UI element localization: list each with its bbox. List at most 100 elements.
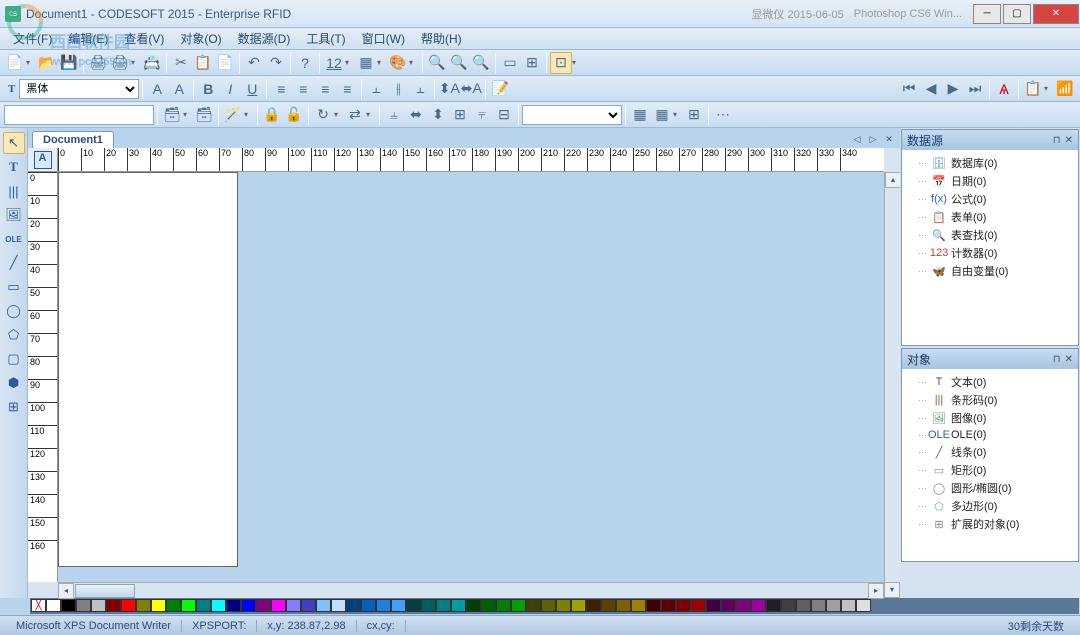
menu-view[interactable]: 查看(V) [116,28,172,49]
object-item-5[interactable]: ⋯▭矩形(0) [906,461,1074,479]
menu-edit[interactable]: 编辑(E) [60,28,116,49]
more-button[interactable]: ⋯ [712,104,734,126]
roundrect-tool[interactable]: ▢ [3,348,25,370]
form-button[interactable]: 📋 [1022,78,1044,100]
rfid-button[interactable]: 📶 [1054,78,1076,100]
nav-next-button[interactable]: ▶ [942,78,964,100]
palette-button[interactable]: 🎨 [387,52,409,74]
color-swatch[interactable] [631,599,646,612]
menu-datasource[interactable]: 数据源(D) [230,28,299,49]
vertical-scrollbar[interactable]: ▴ [884,172,900,582]
color-swatch[interactable] [571,599,586,612]
flip-button[interactable]: ⇄ [344,104,366,126]
color-swatch[interactable] [151,599,166,612]
ole-tool[interactable]: OLE [3,228,25,250]
object-item-4[interactable]: ⋯╱线条(0) [906,443,1074,461]
italic-button[interactable]: I [219,78,241,100]
font-shrink-button[interactable]: A [168,78,190,100]
close-button[interactable]: ✕ [1033,4,1079,24]
color-swatch[interactable] [841,599,856,612]
color-swatch[interactable] [91,599,106,612]
datasource-item-1[interactable]: ⋯📅日期(0) [906,172,1074,190]
color-swatch[interactable] [226,599,241,612]
open-button[interactable]: 📂 [36,52,58,74]
zoom-fit-button[interactable]: 🔍 [470,52,492,74]
objects-header[interactable]: 对象 ⊓✕ [902,349,1078,369]
align-tool-1[interactable]: ⫨ [383,104,405,126]
color-swatch[interactable] [391,599,406,612]
spacing-button[interactable]: ⊞ [683,104,705,126]
color-swatch[interactable] [751,599,766,612]
color-swatch[interactable] [46,599,61,612]
paste-button[interactable]: 📄 [214,52,236,74]
layout2-button[interactable]: ⊞ [521,52,543,74]
tab-prev-icon[interactable]: ◁ [850,134,864,148]
color-swatch[interactable] [376,599,391,612]
align-center-button[interactable]: ≡ [292,78,314,100]
color-swatch[interactable] [106,599,121,612]
color-swatch[interactable] [826,599,841,612]
panel-close-icon[interactable]: ✕ [1065,135,1073,146]
maximize-button[interactable]: ▢ [1003,4,1031,24]
ruler-corner[interactable]: A [28,148,58,172]
undo-button[interactable]: ↶ [243,52,265,74]
print-button[interactable]: 🖨 [87,52,109,74]
menu-tool[interactable]: 工具(T) [298,28,353,49]
color-swatch[interactable] [796,599,811,612]
lock-button[interactable]: 🔒 [261,104,283,126]
find-button[interactable]: Ѧ [993,78,1015,100]
color-swatch[interactable] [856,599,871,612]
scroll-thumb[interactable] [75,584,135,598]
color-swatch[interactable] [721,599,736,612]
db2-button[interactable]: 🗃 [193,104,215,126]
fit-text2-button[interactable]: ⬌A [460,78,482,100]
color-swatch[interactable] [706,599,721,612]
datasource-tree[interactable]: ⋯🗄数据库(0)⋯📅日期(0)⋯f(x)公式(0)⋯📋表单(0)⋯🔍表查找(0)… [902,150,1078,345]
color-swatch[interactable] [811,599,826,612]
grid-button[interactable]: ▦ [355,52,377,74]
grid-opt-button[interactable]: ▦ [629,104,651,126]
align-tool-6[interactable]: ⊟ [493,104,515,126]
underline-button[interactable]: U [241,78,263,100]
color-swatch[interactable] [616,599,631,612]
zoom-in-button[interactable]: 🔍 [426,52,448,74]
image-tool[interactable]: 🖼 [3,204,25,226]
color-swatch[interactable] [406,599,421,612]
copy-button[interactable]: 📋 [192,52,214,74]
cut-button[interactable]: ✂ [170,52,192,74]
object-item-3[interactable]: ⋯OLEOLE(0) [906,427,1074,443]
line-tool[interactable]: ╱ [3,252,25,274]
tab-next-icon[interactable]: ▷ [866,134,880,148]
layout-button[interactable]: ▭ [499,52,521,74]
text-prop-button[interactable]: 📝 [489,78,511,100]
color-swatch[interactable] [766,599,781,612]
color-swatch[interactable] [556,599,571,612]
text-tool[interactable]: T [3,156,25,178]
color-swatch[interactable] [781,599,796,612]
fit-text-button[interactable]: ⬍A [438,78,460,100]
unlock-button[interactable]: 🔓 [283,104,305,126]
vertical-ruler[interactable]: 0102030405060708090100110120130140150160 [28,172,58,582]
scroll-left-icon[interactable]: ◂ [58,583,74,599]
zoom-out-button[interactable]: 🔍 [448,52,470,74]
new-button[interactable]: 📄 [4,52,26,74]
color-swatch[interactable] [541,599,556,612]
color-swatch[interactable] [586,599,601,612]
align-tool-4[interactable]: ⊞ [449,104,471,126]
object-item-2[interactable]: ⋯🖼图像(0) [906,409,1074,427]
layer-select[interactable] [522,105,622,125]
color-swatch[interactable] [496,599,511,612]
color-swatch[interactable] [421,599,436,612]
doc-tab-1[interactable]: Document1 [32,131,114,148]
nav-last-button[interactable]: ⏭ [964,78,986,100]
color-swatch[interactable] [331,599,346,612]
align-tool-5[interactable]: ⫧ [471,104,493,126]
snap-button[interactable]: ⊡ [550,52,572,74]
menu-window[interactable]: 窗口(W) [354,28,413,49]
new-drop[interactable]: ▾ [26,58,36,67]
polygon-tool[interactable]: ⬠ [3,324,25,346]
scroll-right-icon[interactable]: ▸ [868,583,884,599]
barcode-tool[interactable]: ||| [3,180,25,202]
color-swatch[interactable] [181,599,196,612]
scroll-up-icon[interactable]: ▴ [885,172,901,188]
